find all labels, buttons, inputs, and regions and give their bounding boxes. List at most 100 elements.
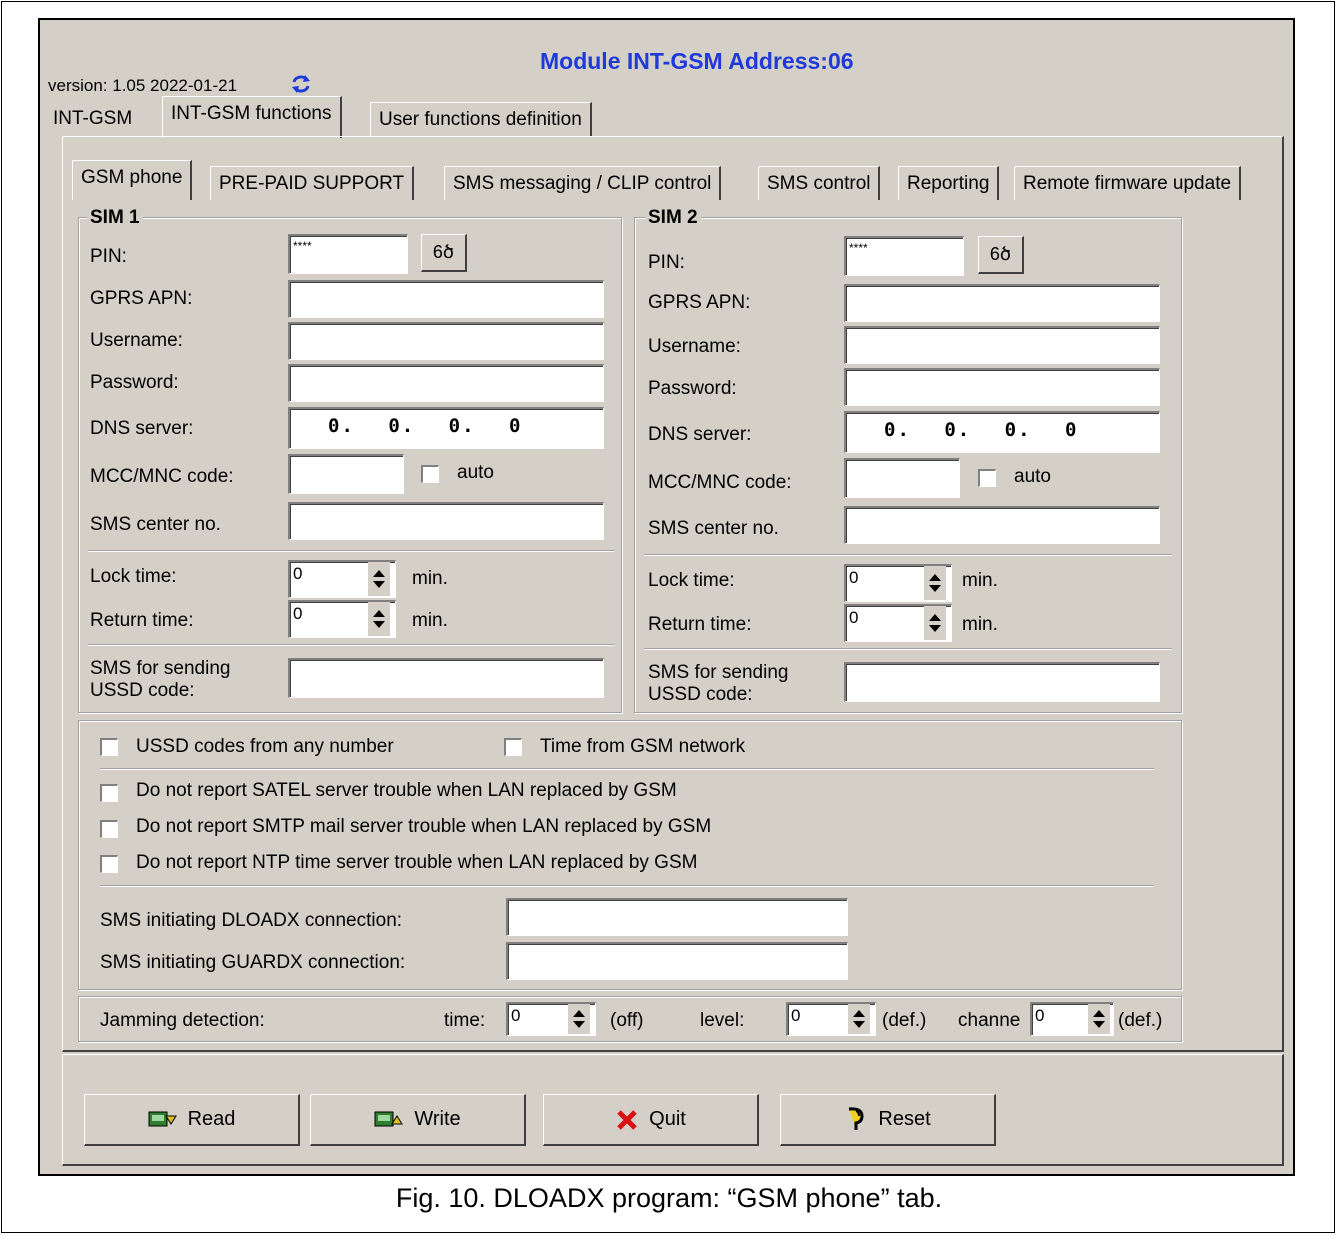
refresh-icon[interactable]: [290, 74, 312, 94]
ussd-any-number-checkbox[interactable]: [100, 738, 118, 756]
sim2-ussd-field[interactable]: [844, 662, 1160, 702]
tab-remote-firmware-update[interactable]: Remote firmware update: [1014, 166, 1242, 200]
divider: [644, 554, 1172, 556]
ussd-any-number-label: USSD codes from any number: [136, 736, 394, 757]
spin-arrows-icon: [929, 574, 941, 592]
tab-sms-messaging[interactable]: SMS messaging / CLIP control: [444, 166, 722, 200]
sim2-apn-label: GPRS APN:: [648, 292, 751, 313]
sim2-lock-unit: min.: [962, 570, 998, 591]
sim2-title: SIM 2: [645, 208, 701, 228]
jamming-level-spin-arrows[interactable]: [848, 1004, 870, 1034]
tab-label: GSM phone: [81, 167, 183, 188]
quit-button[interactable]: Quit: [543, 1094, 759, 1146]
sim2-password-label: Password:: [648, 378, 737, 399]
tab-reporting[interactable]: Reporting: [898, 166, 1000, 200]
no-smtp-checkbox[interactable]: [100, 820, 118, 838]
sim1-mcc-field[interactable]: [288, 454, 404, 494]
sim1-lock-label: Lock time:: [90, 566, 177, 587]
tab-int-gsm-functions[interactable]: INT-GSM functions: [162, 96, 342, 138]
sim1-username-field[interactable]: [288, 322, 604, 360]
guardx-sms-field[interactable]: [506, 942, 848, 980]
spin-arrows-icon: [573, 1010, 585, 1028]
tab-label: Reporting: [907, 173, 990, 194]
jamming-time-spin-arrows[interactable]: [568, 1004, 590, 1034]
jamming-time-note: (off): [610, 1010, 644, 1031]
sim2-dns-field[interactable]: 0. 0. 0. 0: [844, 411, 1160, 453]
divider: [88, 644, 614, 646]
tab-sms-control[interactable]: SMS control: [758, 166, 881, 200]
sim1-password-label: Password:: [90, 372, 179, 393]
jamming-level-label: level:: [700, 1010, 745, 1031]
sim1-smsc-label: SMS center no.: [90, 514, 221, 535]
time-from-gsm-label: Time from GSM network: [540, 736, 746, 757]
app-window: Module INT-GSM Address:06 version: 1.05 …: [38, 18, 1295, 1176]
sim1-ussd-label-1: SMS for sending: [90, 658, 231, 679]
tab-label: INT-GSM: [53, 108, 133, 129]
sim2-smsc-field[interactable]: [844, 506, 1160, 544]
sim2-lock-spin-arrows[interactable]: [924, 566, 946, 600]
reset-button[interactable]: Reset: [780, 1094, 996, 1146]
sim1-ussd-field[interactable]: [288, 658, 604, 698]
read-icon: [148, 1111, 177, 1126]
tab-label: SMS messaging / CLIP control: [453, 173, 712, 194]
sim1-mcc-label: MCC/MNC code:: [90, 466, 234, 487]
sim2-password-field[interactable]: [844, 368, 1160, 406]
sim1-apn-label: GPRS APN:: [90, 288, 193, 309]
sim1-smsc-field[interactable]: [288, 502, 604, 540]
no-ntp-checkbox[interactable]: [100, 855, 118, 873]
tab-user-functions-definition[interactable]: User functions definition: [370, 102, 592, 136]
tab-gsm-phone[interactable]: GSM phone: [72, 160, 193, 200]
glasses-icon: 6ծ: [432, 242, 455, 262]
tab-pre-paid-support[interactable]: PRE-PAID SUPPORT: [210, 166, 415, 200]
sim1-dns-field[interactable]: 0. 0. 0. 0: [288, 407, 604, 449]
sim1-lock-spin-arrows[interactable]: [368, 562, 390, 596]
dloadx-sms-field[interactable]: [506, 898, 848, 936]
dloadx-sms-label: SMS initiating DLOADX connection:: [100, 910, 403, 931]
write-button[interactable]: Write: [310, 1094, 526, 1146]
sim1-show-pin-button[interactable]: 6ծ: [421, 234, 467, 272]
sim1-lock-unit: min.: [412, 568, 448, 589]
no-satel-label: Do not report SATEL server trouble when …: [136, 780, 677, 801]
time-from-gsm-checkbox[interactable]: [504, 738, 522, 756]
read-button[interactable]: Read: [84, 1094, 300, 1146]
sim2-show-pin-button[interactable]: 6ծ: [978, 236, 1024, 274]
divider: [100, 768, 1154, 770]
jamming-channel-note: (def.): [1118, 1010, 1163, 1031]
sim1-apn-field[interactable]: [288, 280, 604, 318]
spin-arrows-icon: [929, 614, 941, 632]
sim1-auto-checkbox[interactable]: [421, 465, 439, 483]
sim1-password-field[interactable]: [288, 364, 604, 402]
sim2-auto-checkbox[interactable]: [978, 469, 996, 487]
tab-int-gsm[interactable]: INT-GSM: [45, 102, 140, 136]
jamming-channel-spin-arrows[interactable]: [1088, 1004, 1110, 1034]
sim2-return-spin-arrows[interactable]: [924, 606, 946, 640]
sim1-username-label: Username:: [90, 330, 183, 351]
module-title: Module INT-GSM Address:06: [540, 48, 854, 74]
no-satel-checkbox[interactable]: [100, 784, 118, 802]
sim2-apn-field[interactable]: [844, 284, 1160, 322]
close-icon: [617, 1109, 637, 1130]
write-icon: [374, 1111, 404, 1126]
sim2-lock-label: Lock time:: [648, 570, 735, 591]
sim2-return-label: Return time:: [648, 614, 752, 635]
spin-arrows-icon: [373, 570, 385, 588]
version-label: version: 1.05 2022-01-21: [48, 76, 238, 95]
divider: [644, 648, 1172, 650]
sim2-username-label: Username:: [648, 336, 741, 357]
sim2-mcc-field[interactable]: [844, 458, 960, 498]
jamming-level-note: (def.): [882, 1010, 927, 1031]
sim1-return-label: Return time:: [90, 610, 194, 631]
sim1-title: SIM 1: [87, 208, 143, 228]
tab-label: INT-GSM functions: [171, 103, 332, 124]
no-smtp-label: Do not report SMTP mail server trouble w…: [136, 816, 712, 837]
sim2-pin-field[interactable]: ****: [844, 236, 964, 276]
sim2-dns-label: DNS server:: [648, 424, 752, 445]
sim2-return-unit: min.: [962, 614, 998, 635]
sim1-return-spin-arrows[interactable]: [368, 602, 390, 636]
sim1-return-unit: min.: [412, 610, 448, 631]
sim1-ussd-label-2: USSD code:: [90, 680, 195, 701]
sim2-smsc-label: SMS center no.: [648, 518, 779, 539]
sim2-username-field[interactable]: [844, 326, 1160, 364]
sim1-pin-field[interactable]: ****: [288, 234, 408, 274]
glasses-icon: 6ծ: [989, 244, 1012, 264]
